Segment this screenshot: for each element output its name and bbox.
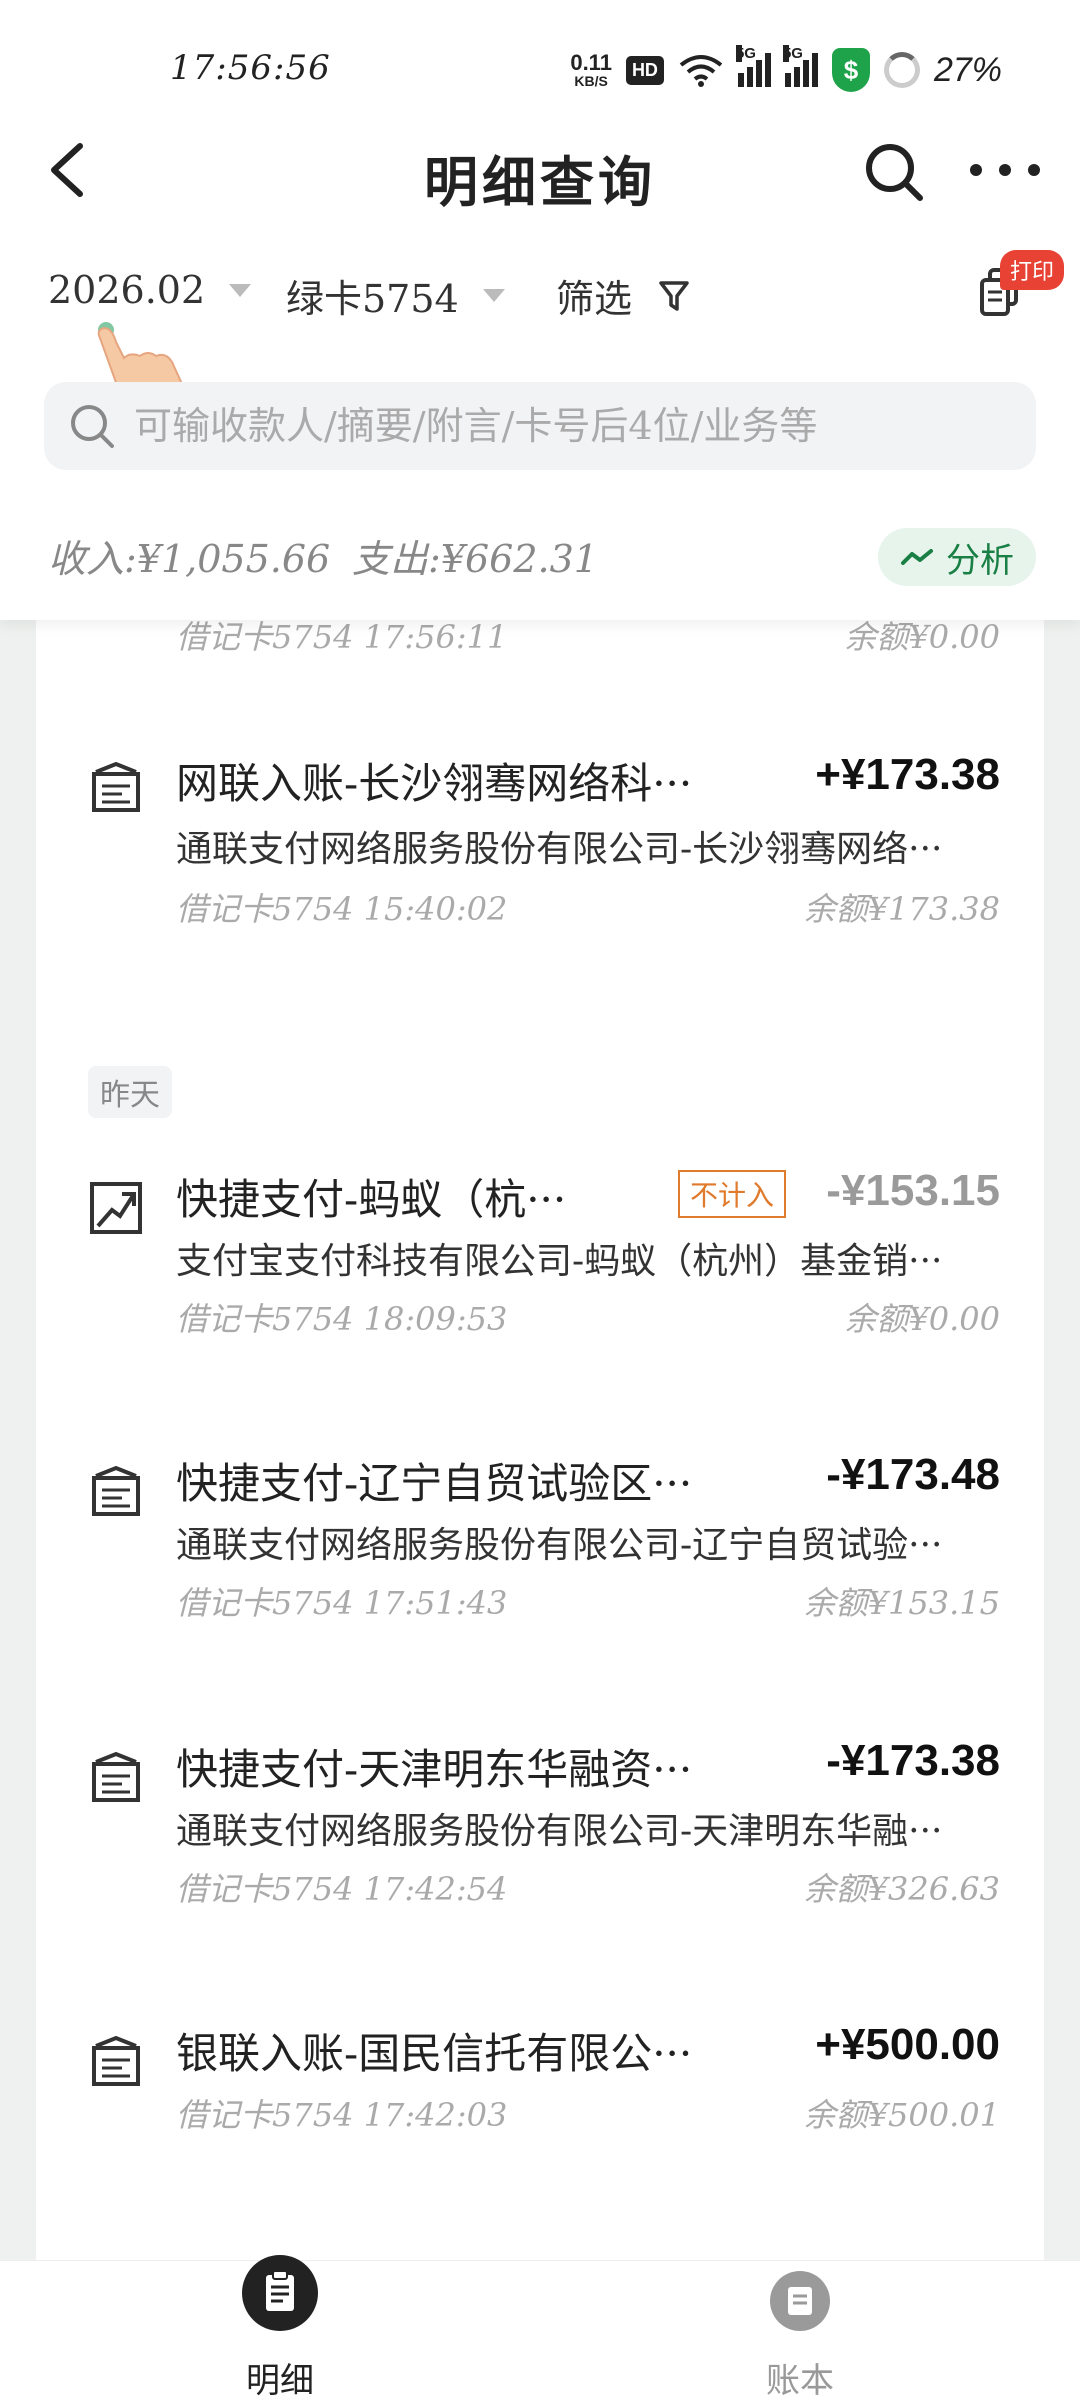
card-value: 绿卡5754 xyxy=(286,277,459,321)
battery-percent: 27% xyxy=(933,50,1002,89)
tab-ledger[interactable]: 账本 xyxy=(700,2261,900,2400)
transfer-out-icon xyxy=(90,1182,142,1234)
txn-title: 快捷支付-天津明东华融资··· xyxy=(176,1745,693,1794)
txn-amount: -¥153.15 xyxy=(826,1166,1000,1215)
filter-button[interactable]: 筛选 xyxy=(556,268,690,323)
search-input[interactable] xyxy=(134,404,1014,448)
bottom-nav: 明细 账本 xyxy=(0,2255,1080,2400)
txn-amount: +¥500.00 xyxy=(815,2020,1000,2069)
status-bar: 17:56:56 0.11 KB/S HD 5G 5G $ 27% xyxy=(0,0,1080,140)
txn-meta: 借记卡5754 17:51:43 xyxy=(176,1584,508,1622)
txn-description: 通联支付网络服务股份有限公司-长沙翎骞网络··· xyxy=(176,829,943,870)
txn-amount: +¥173.38 xyxy=(815,750,1000,799)
txn-amount: -¥173.38 xyxy=(826,1736,1000,1785)
income-total: 收入:¥1,055.66 xyxy=(48,537,331,581)
txn-description: 支付宝支付科技有限公司-蚂蚁（杭州）基金销··· xyxy=(176,1241,943,1282)
dot-icon xyxy=(1028,164,1040,176)
summary-row: 收入:¥1,055.66 支出:¥662.31 分析 xyxy=(0,520,1080,600)
dropdown-triangle-icon xyxy=(482,289,505,302)
card-selector[interactable]: 绿卡5754 xyxy=(286,268,505,323)
document-icon xyxy=(240,2253,320,2337)
print-badge: 打印 xyxy=(1000,250,1065,290)
txn-title: 快捷支付-蚂蚁（杭··· xyxy=(176,1175,567,1224)
txn-meta: 借记卡5754 17:42:03 xyxy=(176,2096,508,2134)
txn-balance: 余额¥500.01 xyxy=(803,2096,1000,2134)
tab-details[interactable]: 明细 xyxy=(180,2255,380,2400)
title-bar: 明细查询 xyxy=(0,120,1080,220)
txn-title: 银联入账-国民信托有限公··· xyxy=(176,2029,693,2078)
security-shield-icon: $ xyxy=(831,48,870,92)
month-selector[interactable]: 2026.02 xyxy=(48,268,252,312)
signal-icon-2: 5G xyxy=(782,45,818,87)
wifi-icon xyxy=(679,55,723,87)
tab-label: 明细 xyxy=(246,2361,314,2400)
signal-label-2: 5G xyxy=(782,45,803,62)
bank-receipt-icon xyxy=(92,761,140,812)
txn-meta: 借记卡5754 17:42:54 xyxy=(176,1870,508,1908)
analyze-label: 分析 xyxy=(946,540,1014,581)
signal-label-1: 5G xyxy=(735,45,756,62)
transaction-list: 借记卡5754 17:56:11 余额¥0.00 网联入账-长沙翎骞网络科···… xyxy=(36,560,1044,2260)
txn-description: 通联支付网络服务股份有限公司-辽宁自贸试验··· xyxy=(176,1525,943,1566)
search-icon xyxy=(71,405,114,448)
ledger-icon xyxy=(768,2269,832,2337)
hd-icon: HD xyxy=(625,55,664,85)
txn-amount: -¥173.48 xyxy=(826,1450,1000,1499)
search-field[interactable] xyxy=(44,382,1036,470)
month-value: 2026.02 xyxy=(48,268,206,312)
txn-meta: 借记卡5754 15:40:02 xyxy=(176,890,508,928)
bank-receipt-icon xyxy=(92,2035,140,2086)
date-group-label: 昨天 xyxy=(88,1066,172,1118)
filter-label: 筛选 xyxy=(556,277,633,321)
bank-receipt-icon xyxy=(92,1465,140,1516)
dot-icon xyxy=(970,164,982,176)
tab-label: 账本 xyxy=(766,2361,834,2400)
battery-icon xyxy=(883,52,920,88)
net-speed: 0.11 KB/S xyxy=(570,50,612,89)
txn-balance: 余额¥173.38 xyxy=(803,890,1000,928)
bank-receipt-icon xyxy=(92,1751,140,1802)
net-speed-unit: KB/S xyxy=(574,73,608,89)
funnel-icon xyxy=(659,280,689,311)
txn-title: 网联入账-长沙翎骞网络科··· xyxy=(176,759,693,808)
dropdown-triangle-icon xyxy=(229,283,252,297)
txn-balance: 余额¥153.15 xyxy=(803,1584,1000,1622)
txn-balance: 余额¥0.00 xyxy=(844,1300,1000,1338)
header-panel: 17:56:56 0.11 KB/S HD 5G 5G $ 27% 明细查询 2… xyxy=(0,0,1080,620)
not-counted-tag: 不计入 xyxy=(678,1170,787,1218)
txn-meta: 借记卡5754 18:09:53 xyxy=(176,1300,508,1338)
expense-total: 支出:¥662.31 xyxy=(352,537,598,581)
more-options-button[interactable] xyxy=(970,140,1040,200)
analyze-button[interactable]: 分析 xyxy=(878,528,1036,586)
txn-balance: 余额¥326.63 xyxy=(803,1870,1000,1908)
trend-line-icon xyxy=(901,549,933,565)
net-speed-value: 0.11 xyxy=(570,50,612,75)
txn-title: 快捷支付-辽宁自贸试验区··· xyxy=(176,1459,693,1508)
status-time: 17:56:56 xyxy=(170,48,331,88)
search-icon xyxy=(866,144,923,201)
status-icons: 0.11 KB/S HD 5G 5G $ 27% xyxy=(570,45,1002,92)
dot-icon xyxy=(999,164,1011,176)
txn-description: 通联支付网络服务股份有限公司-天津明东华融··· xyxy=(176,1811,943,1852)
signal-icon-1: 5G xyxy=(735,45,771,87)
search-button[interactable] xyxy=(862,140,926,204)
